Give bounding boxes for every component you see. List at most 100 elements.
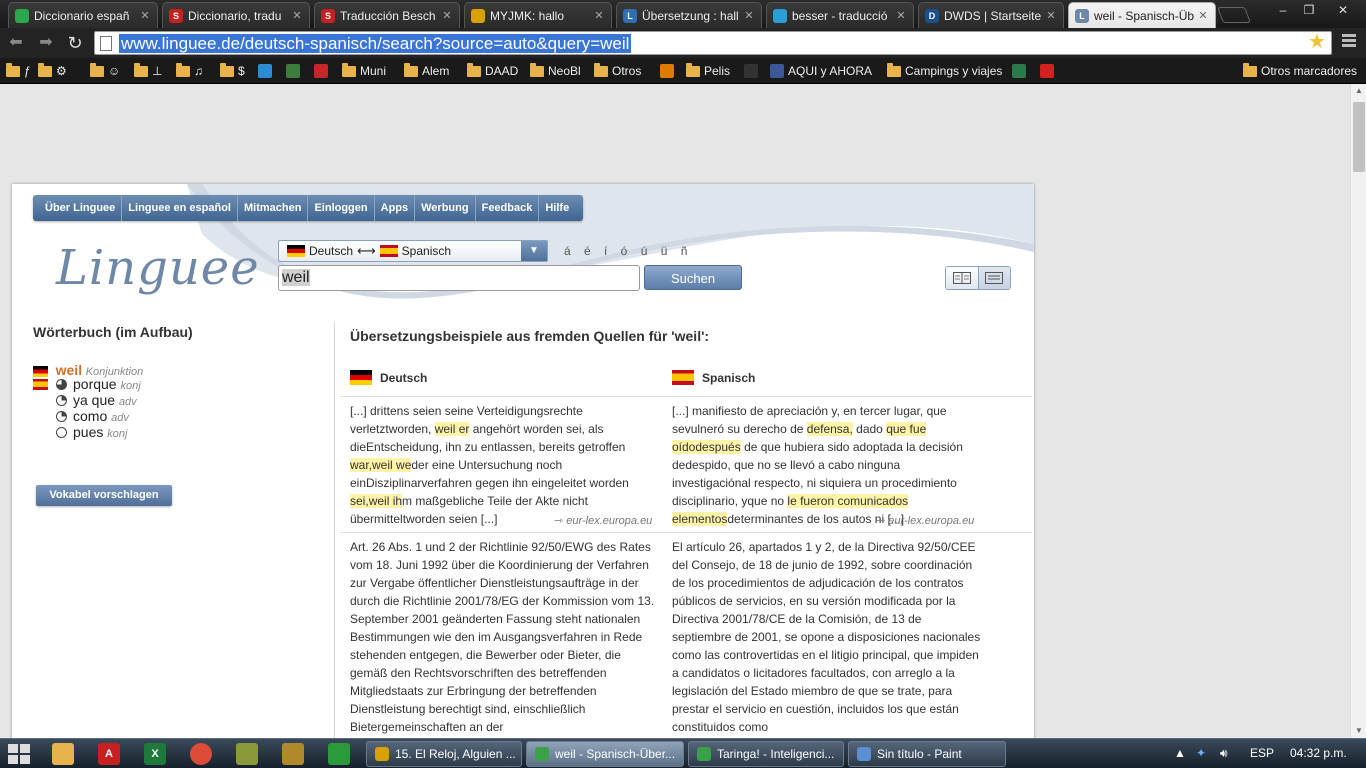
- clock[interactable]: 04:32 p.m.: [1290, 746, 1347, 760]
- source-link-de[interactable]: ⇾ eur-lex.europa.eu: [554, 514, 652, 527]
- bookmark-item[interactable]: [258, 62, 276, 80]
- reload-icon[interactable]: ↻: [65, 33, 85, 53]
- bookmark-item[interactable]: [286, 62, 304, 80]
- acrobat-icon[interactable]: A: [98, 743, 120, 765]
- close-tab-icon[interactable]: ✕: [895, 9, 907, 22]
- browser-tab[interactable]: MYJMK: hallo ✕: [464, 2, 612, 28]
- bookmark-item[interactable]: ⚙: [38, 62, 67, 80]
- translation-item[interactable]: porque konj: [33, 376, 141, 392]
- example-text: Entscheidung, ihn zu entlassen, bereits …: [366, 440, 626, 454]
- bookmark-item[interactable]: Campings y viajes: [887, 62, 1002, 80]
- back-icon[interactable]: ⬅: [6, 33, 26, 53]
- excel-icon[interactable]: X: [144, 743, 166, 765]
- translation-item[interactable]: como adv: [56, 408, 129, 424]
- tray-expand-icon[interactable]: ▲: [1174, 746, 1186, 760]
- close-tab-icon[interactable]: ✕: [441, 9, 453, 22]
- swap-arrows-icon: ⟷: [357, 243, 376, 258]
- bookmark-item[interactable]: AQUI y AHORA: [770, 62, 872, 80]
- input-language[interactable]: ESP: [1250, 746, 1274, 760]
- nav-mitmachen[interactable]: Mitmachen: [238, 195, 309, 221]
- browser-tab[interactable]: S Traducción Besch ✕: [314, 2, 460, 28]
- dropbox-icon[interactable]: ✦: [1196, 746, 1206, 760]
- scroll-thumb[interactable]: [1353, 102, 1365, 172]
- nav-einloggen[interactable]: Einloggen: [308, 195, 375, 221]
- bookmark-item[interactable]: Otros: [594, 62, 641, 80]
- bookmark-star-icon[interactable]: ★: [1308, 32, 1326, 52]
- bookmark-item[interactable]: ƒ: [6, 62, 31, 80]
- address-bar[interactable]: www.linguee.de/deutsch-spanisch/search?s…: [94, 31, 1332, 55]
- two-column-view-icon[interactable]: [946, 267, 978, 289]
- close-tab-icon[interactable]: ✕: [1197, 9, 1209, 22]
- scroll-up-icon[interactable]: ▲: [1351, 84, 1366, 98]
- favicon-icon: D: [925, 8, 939, 23]
- translation-word: pues: [73, 424, 104, 440]
- browser-tab[interactable]: D DWDS | Startseite ✕: [918, 2, 1064, 28]
- folder-icon: [686, 62, 700, 77]
- browser-tab[interactable]: L Übersetzung : hall ✕: [616, 2, 762, 28]
- translation-item[interactable]: ya que adv: [56, 392, 137, 408]
- bookmark-item[interactable]: ⊥: [134, 62, 162, 80]
- bookmark-item[interactable]: Pelis: [686, 62, 730, 80]
- bookmark-item[interactable]: [744, 62, 762, 80]
- taskbar-task[interactable]: weil - Spanisch-Über...: [526, 741, 684, 767]
- one-column-view-icon[interactable]: [977, 267, 1010, 289]
- taskbar-task[interactable]: Taringa! - Inteligenci...: [688, 741, 844, 767]
- browser-tab[interactable]: Lweil - Spanisch-Üb ✕: [1068, 2, 1216, 28]
- bookmark-item[interactable]: Alem: [404, 62, 449, 80]
- winamp-icon[interactable]: [282, 743, 304, 765]
- bookmark-item[interactable]: [660, 62, 678, 80]
- explorer-icon[interactable]: [52, 743, 74, 765]
- start-button-icon[interactable]: [8, 744, 30, 764]
- chrome-icon[interactable]: [190, 743, 212, 765]
- nav-feedback[interactable]: Feedback: [476, 195, 540, 221]
- bookmark-item[interactable]: [314, 62, 332, 80]
- nav-ueber-linguee[interactable]: Über Linguee: [33, 195, 123, 221]
- new-tab-button[interactable]: [1217, 7, 1251, 23]
- volume-icon[interactable]: 🔊︎: [1220, 746, 1228, 761]
- scroll-down-icon[interactable]: ▼: [1351, 724, 1366, 738]
- chevron-down-icon[interactable]: ▼: [521, 241, 547, 261]
- browser-tab[interactable]: besser - traducció ✕: [766, 2, 914, 28]
- browser-tab[interactable]: S Diccionario, tradu ✕: [162, 2, 310, 28]
- bookmark-item[interactable]: Muni: [342, 62, 386, 80]
- bookmark-item[interactable]: NeoBl: [530, 62, 581, 80]
- language-selector[interactable]: Deutsch ⟷ Spanisch ▼: [278, 240, 548, 262]
- minimize-button[interactable]: –: [1270, 0, 1296, 20]
- nav-werbung[interactable]: Werbung: [415, 195, 476, 221]
- forward-icon[interactable]: ➡: [36, 33, 56, 53]
- app-icon[interactable]: [236, 743, 258, 765]
- bookmark-item[interactable]: ☺: [90, 62, 120, 80]
- close-tab-icon[interactable]: ✕: [139, 9, 151, 22]
- nav-linguee-en-espanol[interactable]: Linguee en español: [122, 195, 238, 221]
- bookmark-item[interactable]: [1040, 62, 1058, 80]
- taskbar-task[interactable]: 15. El Reloj, Alguien ...: [366, 741, 522, 767]
- search-button[interactable]: Suchen: [644, 265, 742, 290]
- linguee-logo[interactable]: Linguee: [56, 240, 260, 296]
- bookmark-item[interactable]: DAAD: [467, 62, 518, 80]
- other-bookmarks[interactable]: Otros marcadores: [1243, 62, 1357, 80]
- source-link-es[interactable]: ⇾ eur-lex.europa.eu: [876, 514, 974, 527]
- close-window-button[interactable]: ✕: [1326, 0, 1360, 20]
- search-input[interactable]: weil: [278, 265, 640, 291]
- special-characters[interactable]: á é í ó ú ü ñ: [564, 244, 692, 258]
- close-tab-icon[interactable]: ✕: [743, 9, 755, 22]
- app-icon[interactable]: [328, 743, 350, 765]
- nav-hilfe[interactable]: Hilfe: [539, 195, 583, 221]
- close-tab-icon[interactable]: ✕: [1045, 9, 1057, 22]
- taskbar-task[interactable]: Sin título - Paint: [848, 741, 1006, 767]
- bookmark-item[interactable]: ♫: [176, 62, 203, 80]
- tab-strip: Diccionario españ ✕ S Diccionario, tradu ✕ S T…: [0, 0, 1366, 28]
- divider: [340, 396, 1032, 397]
- close-tab-icon[interactable]: ✕: [291, 9, 303, 22]
- restore-button[interactable]: ❐: [1296, 0, 1322, 20]
- bookmark-item[interactable]: $: [220, 62, 245, 80]
- close-tab-icon[interactable]: ✕: [593, 9, 605, 22]
- nav-apps[interactable]: Apps: [375, 195, 416, 221]
- translation-item[interactable]: pues konj: [56, 424, 127, 440]
- vertical-scrollbar[interactable]: ▲ ▼: [1350, 84, 1366, 738]
- browser-tab[interactable]: Diccionario españ ✕: [8, 2, 158, 28]
- suggest-vocab-button[interactable]: Vokabel vorschlagen: [36, 485, 172, 506]
- bookmark-item[interactable]: [1012, 62, 1030, 80]
- menu-icon[interactable]: [1342, 34, 1356, 49]
- url-text[interactable]: www.linguee.de/deutsch-spanisch/search?s…: [119, 34, 632, 53]
